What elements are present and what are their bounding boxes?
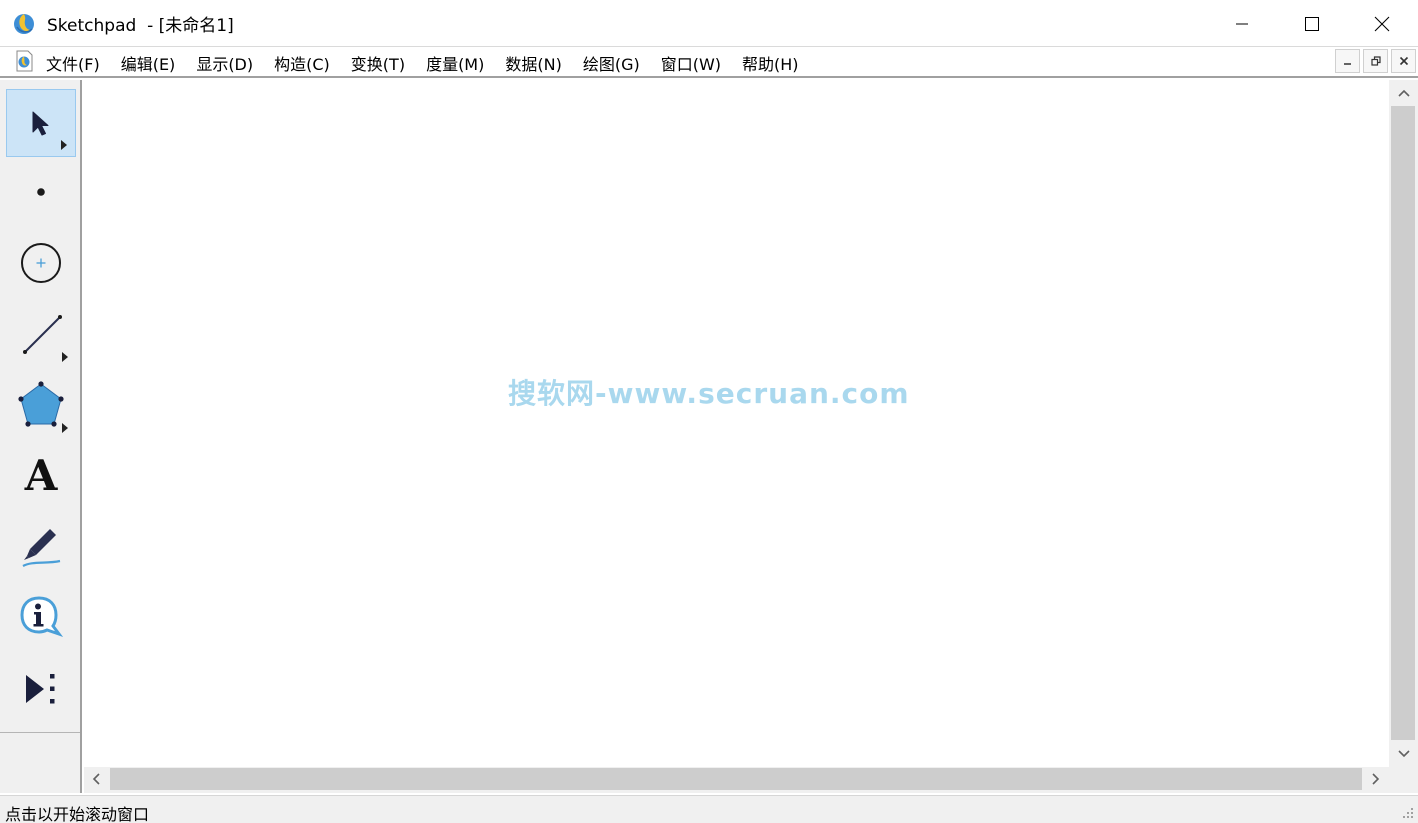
resize-grip-icon[interactable] — [1401, 806, 1415, 820]
minimize-icon — [1343, 63, 1351, 65]
minimize-icon — [1236, 23, 1248, 24]
information-tool[interactable] — [6, 584, 76, 652]
sketch-canvas[interactable] — [84, 80, 1389, 767]
marker-pen-icon — [22, 529, 61, 567]
doc-minimize-button[interactable] — [1335, 49, 1360, 73]
chevron-up-icon — [1397, 89, 1410, 97]
horizontal-scroll-thumb[interactable] — [110, 768, 1362, 790]
document-icon[interactable] — [13, 50, 35, 72]
watermark-text: 搜软网-www.secruan.com — [508, 377, 910, 410]
menu-help[interactable]: 帮助(H) — [742, 51, 799, 75]
submenu-arrow-icon — [62, 352, 68, 362]
maximize-icon — [1305, 16, 1319, 31]
submenu-arrow-icon — [62, 423, 68, 433]
sketchpad-app-icon[interactable] — [12, 11, 36, 35]
submenu-arrow-icon — [61, 140, 67, 150]
horizontal-scrollbar[interactable] — [84, 767, 1389, 793]
menu-file[interactable]: 文件(F) — [46, 51, 100, 75]
scroll-down-button[interactable] — [1389, 741, 1418, 767]
polygon-tool[interactable] — [6, 371, 76, 439]
menu-bar: 文件(F) 编辑(E) 显示(D) 构造(C) 变换(T) 度量(M) 数据(N… — [0, 47, 1418, 78]
arrow-pointer-icon — [32, 111, 49, 136]
selection-arrow-tool[interactable] — [6, 89, 76, 157]
scroll-left-button[interactable] — [84, 767, 108, 791]
doc-close-button[interactable] — [1391, 49, 1416, 73]
custom-tool[interactable] — [6, 655, 76, 723]
vertical-scroll-thumb[interactable] — [1391, 106, 1415, 740]
point-icon — [37, 188, 45, 196]
scroll-up-button[interactable] — [1389, 80, 1418, 106]
close-button[interactable] — [1347, 0, 1417, 47]
vertical-scrollbar[interactable] — [1389, 80, 1418, 767]
info-bubble-icon — [20, 596, 64, 637]
compass-tool[interactable] — [6, 229, 76, 297]
menu-items: 文件(F) 编辑(E) 显示(D) 构造(C) 变换(T) 度量(M) 数据(N… — [46, 47, 820, 78]
circle-icon — [21, 243, 61, 283]
scroll-right-button[interactable] — [1363, 767, 1389, 791]
text-tool[interactable]: A — [6, 442, 76, 510]
minimize-button[interactable] — [1207, 0, 1277, 47]
close-icon — [1399, 56, 1408, 66]
menu-window[interactable]: 窗口(W) — [661, 51, 721, 75]
status-text: 点击以开始滚动窗口 — [5, 805, 150, 823]
doc-restore-button[interactable] — [1363, 49, 1388, 73]
marker-tool[interactable] — [6, 513, 76, 581]
menu-construct[interactable]: 构造(C) — [274, 51, 330, 75]
menu-display[interactable]: 显示(D) — [196, 51, 253, 75]
toolbox: A — [0, 80, 82, 793]
text-a-icon: A — [24, 451, 58, 500]
status-bar: 点击以开始滚动窗口 — [0, 795, 1418, 823]
maximize-button[interactable] — [1277, 0, 1347, 47]
pentagon-icon — [18, 381, 64, 427]
window-title: Sketchpad - [未命名1] — [47, 16, 234, 36]
menu-edit[interactable]: 编辑(E) — [121, 51, 176, 75]
line-segment-icon — [23, 315, 62, 354]
chevron-left-icon — [92, 773, 100, 785]
point-tool[interactable] — [6, 158, 76, 226]
restore-icon — [1370, 56, 1381, 66]
scrollbar-corner — [1389, 767, 1418, 793]
chevron-right-icon — [1372, 773, 1380, 785]
toolbox-divider — [0, 732, 80, 733]
document-window-controls — [1332, 49, 1416, 73]
menu-transform[interactable]: 变换(T) — [351, 51, 405, 75]
play-menu-icon — [26, 674, 55, 704]
menu-measure[interactable]: 度量(M) — [426, 51, 484, 75]
title-bar: Sketchpad - [未命名1] — [0, 0, 1418, 47]
menu-data[interactable]: 数据(N) — [505, 51, 561, 75]
menu-graph[interactable]: 绘图(G) — [583, 51, 640, 75]
close-icon — [1374, 16, 1390, 31]
straightedge-tool[interactable] — [6, 300, 76, 368]
chevron-down-icon — [1397, 750, 1410, 758]
